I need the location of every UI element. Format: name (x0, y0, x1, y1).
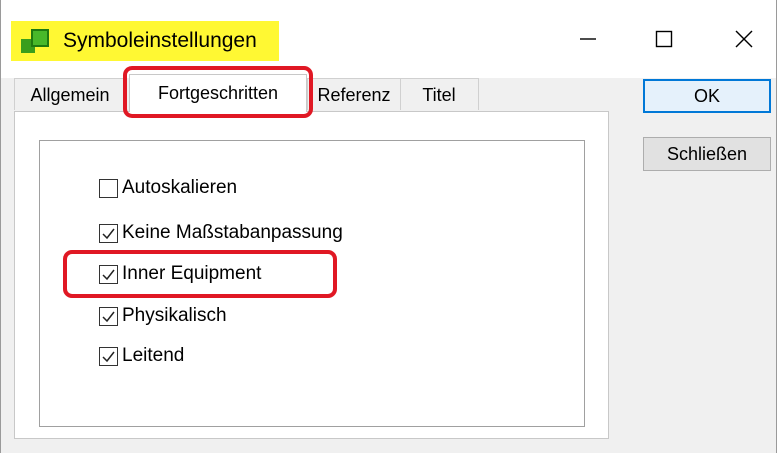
checkbox-physikalisch[interactable]: Physikalisch (99, 303, 227, 329)
window-title: Symboleinstellungen (63, 29, 257, 52)
close-button[interactable]: Schließen (643, 137, 771, 171)
title-bar[interactable]: Symboleinstellungen (1, 0, 776, 78)
minimize-icon (580, 38, 596, 40)
checkbox-keine-massstabanpassung[interactable]: Keine Maßstabanpassung (99, 220, 343, 246)
app-icon (21, 29, 49, 53)
checkmark-icon (102, 228, 115, 239)
checkbox-box[interactable] (99, 306, 118, 326)
tab-titel[interactable]: Titel (399, 78, 479, 110)
maximize-icon (655, 30, 673, 48)
tab-referenz[interactable]: Referenz (307, 78, 401, 110)
checkbox-label: Keine Maßstabanpassung (122, 222, 343, 243)
checkbox-label: Leitend (122, 345, 185, 366)
checkbox-box[interactable] (99, 264, 118, 284)
checkbox-autoskalieren[interactable]: Autoskalieren (99, 175, 237, 201)
minimize-button[interactable] (563, 18, 613, 60)
checkmark-icon (102, 269, 115, 280)
checkbox-box[interactable] (99, 346, 118, 366)
checkbox-leitend[interactable]: Leitend (99, 343, 184, 369)
checkbox-box[interactable] (99, 223, 118, 243)
close-window-button[interactable] (719, 18, 769, 60)
checkbox-label: Physikalisch (122, 305, 227, 326)
checkbox-label: Inner Equipment (122, 263, 262, 284)
checkmark-icon (102, 351, 115, 362)
checkbox-inner-equipment[interactable]: Inner Equipment (99, 261, 261, 287)
checkbox-box[interactable] (99, 178, 118, 198)
tab-allgemein[interactable]: Allgemein (14, 78, 126, 110)
tab-strip: Allgemein Titel Referenz Fortgeschritten (1, 74, 621, 112)
ok-button[interactable]: OK (643, 79, 771, 113)
checkbox-label: Autoskalieren (122, 177, 238, 198)
close-icon (735, 30, 753, 48)
dialog-window: Symboleinstellungen Allgemein Titel Refe… (0, 0, 777, 453)
tab-fortgeschritten[interactable]: Fortgeschritten (129, 74, 307, 112)
checkmark-icon (102, 311, 115, 322)
maximize-button[interactable] (639, 18, 689, 60)
